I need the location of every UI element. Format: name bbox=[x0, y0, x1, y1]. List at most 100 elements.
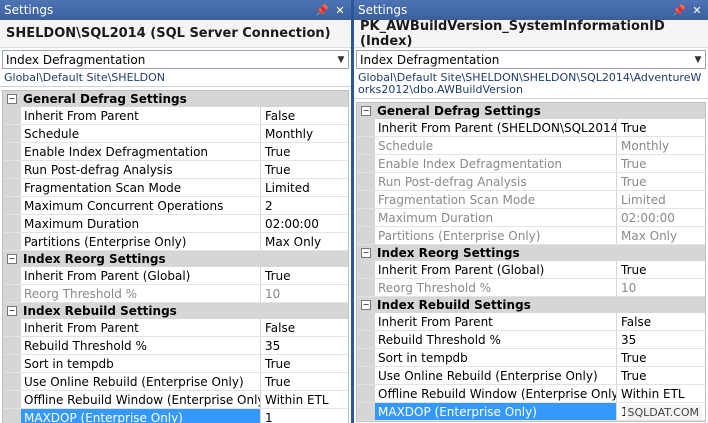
property-row[interactable]: Run Post-defrag Analysis True bbox=[357, 173, 705, 191]
row-gutter bbox=[357, 119, 375, 136]
category-header[interactable]: − Index Rebuild Settings bbox=[3, 303, 348, 319]
property-value[interactable]: True bbox=[261, 355, 348, 372]
property-name: Sort in tempdb bbox=[375, 349, 617, 366]
property-row[interactable]: Maximum Duration 02:00:00 bbox=[3, 215, 348, 233]
property-value[interactable]: 35 bbox=[617, 331, 705, 348]
property-row[interactable]: Sort in tempdb True bbox=[357, 349, 705, 367]
settings-type-dropdown[interactable]: Index Defragmentation ▼ bbox=[2, 50, 349, 69]
property-row[interactable]: Use Online Rebuild (Enterprise Only) True bbox=[357, 367, 705, 385]
property-value[interactable]: True bbox=[617, 367, 705, 384]
chevron-down-icon[interactable]: ▼ bbox=[334, 55, 348, 65]
category-header[interactable]: − Index Reorg Settings bbox=[357, 245, 705, 261]
property-value[interactable]: True bbox=[617, 261, 705, 278]
property-name: Enable Index Defragmentation bbox=[375, 155, 617, 172]
property-value[interactable]: True bbox=[617, 155, 705, 172]
settings-type-dropdown[interactable]: Index Defragmentation ▼ bbox=[356, 50, 706, 69]
row-gutter bbox=[357, 313, 375, 330]
property-row[interactable]: Sort in tempdb True bbox=[3, 355, 348, 373]
category-header[interactable]: − General Defrag Settings bbox=[357, 103, 705, 119]
property-value[interactable]: Limited bbox=[261, 179, 348, 196]
category-header[interactable]: − Index Reorg Settings bbox=[3, 251, 348, 267]
property-row[interactable]: Run Post-defrag Analysis True bbox=[3, 161, 348, 179]
collapse-icon[interactable]: − bbox=[361, 106, 371, 116]
property-row[interactable]: Enable Index Defragmentation True bbox=[357, 155, 705, 173]
property-row[interactable]: Inherit From Parent False bbox=[3, 107, 348, 125]
property-value[interactable]: True bbox=[617, 173, 705, 190]
property-value[interactable]: True bbox=[261, 143, 348, 160]
property-name: MAXDOP (Enterprise Only) bbox=[21, 409, 261, 423]
property-row[interactable]: Partitions (Enterprise Only) Max Only bbox=[3, 233, 348, 251]
row-gutter bbox=[357, 385, 375, 402]
property-row[interactable]: Rebuild Threshold % 35 bbox=[357, 331, 705, 349]
object-title: PK_AWBuildVersion_SystemInformationID (I… bbox=[354, 19, 708, 49]
close-icon[interactable]: ✕ bbox=[333, 4, 347, 17]
property-value[interactable]: True bbox=[261, 161, 348, 178]
collapse-icon[interactable]: − bbox=[7, 254, 17, 264]
property-row[interactable]: Maximum Concurrent Operations 2 bbox=[3, 197, 348, 215]
row-gutter bbox=[357, 261, 375, 278]
property-value[interactable]: False bbox=[261, 319, 348, 336]
property-row[interactable]: Offline Rebuild Window (Enterprise Only)… bbox=[357, 385, 705, 403]
property-value[interactable]: True bbox=[617, 349, 705, 366]
property-value[interactable]: Within ETL bbox=[617, 385, 705, 402]
property-value[interactable]: False bbox=[261, 107, 348, 124]
property-value[interactable]: Max Only bbox=[617, 227, 705, 244]
property-value[interactable]: True bbox=[617, 119, 705, 136]
property-row[interactable]: Inherit From Parent False bbox=[3, 319, 348, 337]
property-row[interactable]: Inherit From Parent False bbox=[357, 313, 705, 331]
category-label: Index Reorg Settings bbox=[23, 252, 166, 266]
property-row[interactable]: Schedule Monthly bbox=[357, 137, 705, 155]
property-value[interactable]: 2 bbox=[261, 197, 348, 214]
property-name: Maximum Duration bbox=[21, 215, 261, 232]
property-value[interactable]: 02:00:00 bbox=[617, 209, 705, 226]
chevron-down-icon[interactable]: ▼ bbox=[691, 55, 705, 65]
property-value[interactable]: 1 bbox=[261, 409, 348, 423]
category-label: General Defrag Settings bbox=[23, 92, 187, 106]
category-label: Index Rebuild Settings bbox=[23, 304, 177, 318]
row-gutter bbox=[357, 367, 375, 384]
collapse-icon[interactable]: − bbox=[361, 300, 371, 310]
property-row[interactable]: Inherit From Parent (Global) True bbox=[3, 267, 348, 285]
property-row[interactable]: Maximum Duration 02:00:00 bbox=[357, 209, 705, 227]
property-value[interactable]: 02:00:00 bbox=[261, 215, 348, 232]
property-row[interactable]: Enable Index Defragmentation True bbox=[3, 143, 348, 161]
property-row[interactable]: Inherit From Parent (SHELDON\SQL2014) Tru… bbox=[357, 119, 705, 137]
property-row[interactable]: Rebuild Threshold % 35 bbox=[3, 337, 348, 355]
property-row[interactable]: Fragmentation Scan Mode Limited bbox=[357, 191, 705, 209]
property-value[interactable]: 10 bbox=[261, 285, 348, 302]
property-row[interactable]: Reorg Threshold % 10 bbox=[357, 279, 705, 297]
close-icon[interactable]: ✕ bbox=[690, 4, 704, 17]
collapse-icon[interactable]: − bbox=[7, 94, 17, 104]
property-row[interactable]: Offline Rebuild Window (Enterprise Only)… bbox=[3, 391, 348, 409]
pin-icon[interactable]: 📌 bbox=[315, 4, 329, 17]
category-header[interactable]: − General Defrag Settings bbox=[3, 91, 348, 107]
row-gutter bbox=[3, 215, 21, 232]
property-row[interactable]: MAXDOP (Enterprise Only)1 bbox=[3, 409, 348, 423]
row-gutter bbox=[3, 233, 21, 250]
property-row[interactable]: Use Online Rebuild (Enterprise Only) True bbox=[3, 373, 348, 391]
collapse-icon[interactable]: − bbox=[361, 248, 371, 258]
pin-icon[interactable]: 📌 bbox=[672, 4, 686, 17]
collapse-icon[interactable]: − bbox=[7, 306, 17, 316]
category-header[interactable]: − Index Rebuild Settings bbox=[357, 297, 705, 313]
property-name: Fragmentation Scan Mode bbox=[375, 191, 617, 208]
property-value[interactable]: Limited bbox=[617, 191, 705, 208]
property-value[interactable]: 35 bbox=[261, 337, 348, 354]
property-value[interactable]: False bbox=[617, 313, 705, 330]
property-row[interactable]: Reorg Threshold % 10 bbox=[3, 285, 348, 303]
property-row[interactable]: Partitions (Enterprise Only) Max Only bbox=[357, 227, 705, 245]
property-value[interactable]: True bbox=[261, 267, 348, 284]
property-value[interactable]: Monthly bbox=[261, 125, 348, 142]
panel-title: Settings bbox=[358, 3, 408, 17]
property-value[interactable]: 10 bbox=[617, 279, 705, 296]
property-name: Reorg Threshold % bbox=[21, 285, 261, 302]
property-name: Inherit From Parent bbox=[375, 313, 617, 330]
property-row[interactable]: Inherit From Parent (Global) True bbox=[357, 261, 705, 279]
property-value[interactable]: Monthly bbox=[617, 137, 705, 154]
property-value[interactable]: True bbox=[261, 373, 348, 390]
property-value[interactable]: Max Only bbox=[261, 233, 348, 250]
property-value[interactable]: Within ETL bbox=[261, 391, 348, 408]
property-name: Partitions (Enterprise Only) bbox=[21, 233, 261, 250]
property-row[interactable]: Schedule Monthly bbox=[3, 125, 348, 143]
property-row[interactable]: Fragmentation Scan Mode Limited bbox=[3, 179, 348, 197]
